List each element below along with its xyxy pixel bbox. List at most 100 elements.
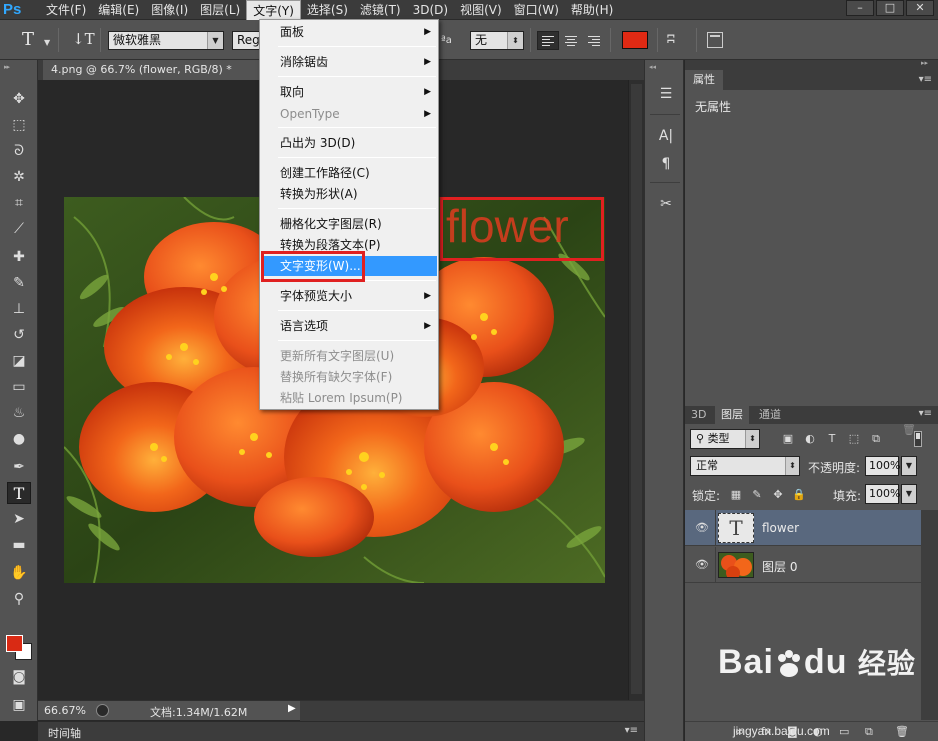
panel-grip-icon[interactable]: ▸▸ [4,63,10,71]
type-tool-preset-icon[interactable]: T [22,29,34,50]
eraser-tool-icon[interactable]: ◪ [7,350,31,372]
panel-menu-icon[interactable]: ▾≡ [919,74,932,85]
filter-adjustment-icon[interactable]: ◐ [803,432,817,446]
lock-transparent-icon[interactable]: ▦ [729,488,743,502]
preset-caret-icon[interactable]: ▼ [44,38,50,47]
lasso-tool-icon[interactable]: ᘐ [7,140,31,162]
menu-file[interactable]: 文件(F) [40,0,92,20]
character-panel-toggle-icon[interactable] [707,32,723,48]
eye-icon[interactable]: 👁 [695,558,709,572]
gradient-tool-icon[interactable]: ▭ [7,376,31,398]
menu-item-language-options[interactable]: 语言选项 ▶ [262,316,437,336]
blur-tool-icon[interactable]: ♨ [7,402,31,424]
rectangle-tool-icon[interactable]: ▬ [7,534,31,556]
document-tab[interactable]: 4.png @ 66.7% (flower, RGB/8) * × [43,60,283,80]
align-left-button[interactable] [537,31,559,50]
menu-image[interactable]: 图像(I) [145,0,194,20]
quick-mask-icon[interactable]: ◙ [7,666,31,688]
menu-view[interactable]: 视图(V) [454,0,508,20]
tab-channels[interactable]: 通道 [753,406,787,424]
zoom-level[interactable]: 66.67% [44,704,86,717]
chevron-down-icon[interactable]: ▼ [901,456,917,476]
new-layer-icon[interactable]: ⧉ [865,725,873,739]
status-info-icon[interactable] [96,704,109,717]
eye-icon[interactable]: 👁 [695,521,709,535]
tab-3d[interactable]: 3D [685,406,712,424]
lock-all-icon[interactable]: 🔒 [792,488,806,502]
menu-item-orientation[interactable]: 取向 ▶ [262,82,437,102]
screen-mode-icon[interactable]: ▣ [7,694,31,716]
menu-filter[interactable]: 滤镜(T) [354,0,407,20]
magic-wand-tool-icon[interactable]: ✲ [7,166,31,188]
close-button[interactable]: ✕ [906,0,934,16]
menu-type[interactable]: 文字(Y) [246,0,301,20]
eyedropper-tool-icon[interactable]: ⟋ [7,218,31,240]
move-tool-icon[interactable]: ✥ [7,88,31,110]
opacity-input[interactable]: 100% [865,456,900,476]
type-tool-icon[interactable]: T [7,482,31,504]
scrollbar-thumb[interactable] [631,84,642,694]
fill-input[interactable]: 100% [865,484,900,504]
menu-item-font-preview-size[interactable]: 字体预览大小 ▶ [262,286,437,306]
layer-row-flower[interactable]: 👁 T flower [685,510,921,546]
zoom-tool-icon[interactable]: ⚲ [7,588,31,610]
vertical-scrollbar[interactable] [628,80,644,700]
menu-item-anti-alias[interactable]: 消除锯齿 ▶ [262,52,437,72]
maximize-button[interactable]: □ [876,0,904,16]
chevron-down-icon[interactable]: ▼ [901,484,917,504]
antialias-select[interactable]: 无 ⬍ [470,31,524,50]
filter-toggle-switch[interactable] [914,431,922,447]
filter-kind-select[interactable]: ⚲ 类型 ⬍ [690,429,760,449]
font-style-select[interactable]: Reg [232,31,260,50]
pen-tool-icon[interactable]: ✒ [7,456,31,478]
healing-brush-tool-icon[interactable]: ✚ [7,246,31,268]
path-selection-tool-icon[interactable]: ➤ [7,508,31,530]
delete-layer-icon[interactable]: 🗑 [895,725,909,738]
horizontal-scrollbar[interactable] [300,701,644,721]
filter-shape-icon[interactable]: ⬚ [847,432,861,446]
menu-item-extrude-3d[interactable]: 凸出为 3D(D) [262,133,437,153]
layer-name[interactable]: 图层 0 [762,558,797,575]
toggle-orientation-icon[interactable]: ↓T [72,30,95,48]
timeline-panel-tab[interactable]: 时间轴 ▾≡ [38,721,644,741]
layer-name[interactable]: flower [762,521,799,535]
clone-stamp-tool-icon[interactable]: ⊥ [7,298,31,320]
foreground-color-swatch[interactable] [6,635,23,652]
menu-select[interactable]: 选择(S) [301,0,354,20]
blend-mode-select[interactable]: 正常 ⬍ [690,456,800,476]
panel-menu-icon[interactable]: ▾≡ [625,725,638,736]
crop-tool-icon[interactable]: ⌗ [7,192,31,214]
brush-tool-icon[interactable]: ✎ [7,272,31,294]
new-group-icon[interactable]: ▭ [839,725,849,738]
collapse-icon[interactable]: ▸▸ [921,59,928,67]
paragraph-panel-icon[interactable]: ¶ [655,154,677,174]
lock-position-icon[interactable]: ✥ [771,488,785,502]
menu-window[interactable]: 窗口(W) [508,0,565,20]
history-panel-icon[interactable]: ☰ [655,84,677,104]
menu-item-panels[interactable]: 面板 ▶ [262,22,437,42]
tab-layers[interactable]: 图层 [715,406,749,424]
tab-properties[interactable]: 属性 [685,70,723,90]
layer-row-layer0[interactable]: 👁 图层 0 [685,547,921,583]
marquee-tool-icon[interactable]: ⬚ [7,114,31,136]
menu-help[interactable]: 帮助(H) [565,0,619,20]
menu-3d[interactable]: 3D(D) [407,0,454,20]
align-right-button[interactable] [583,31,605,50]
menu-edit[interactable]: 编辑(E) [92,0,145,20]
filter-smart-object-icon[interactable]: ⧉ [869,432,883,446]
panel-grip-icon[interactable]: ◂◂ [649,63,656,71]
minimize-button[interactable]: – [846,0,874,16]
font-family-select[interactable]: 微软雅黑 ▼ [108,31,224,50]
character-panel-icon[interactable]: A| [655,126,677,146]
warp-text-icon[interactable]: ʭ [667,30,675,48]
hand-tool-icon[interactable]: ✋ [7,562,31,584]
dodge-tool-icon[interactable]: ● [7,428,31,450]
filter-type-icon[interactable]: T [825,432,839,446]
menu-item-rasterize-type-layer[interactable]: 栅格化文字图层(R) [262,214,437,234]
tool-presets-icon[interactable]: ✂ [655,194,677,214]
lock-pixels-icon[interactable]: ✎ [750,488,764,502]
history-brush-tool-icon[interactable]: ↺ [7,324,31,346]
menu-layer[interactable]: 图层(L) [194,0,246,20]
filter-pixel-icon[interactable]: ▣ [781,432,795,446]
menu-item-create-work-path[interactable]: 创建工作路径(C) [262,163,437,183]
